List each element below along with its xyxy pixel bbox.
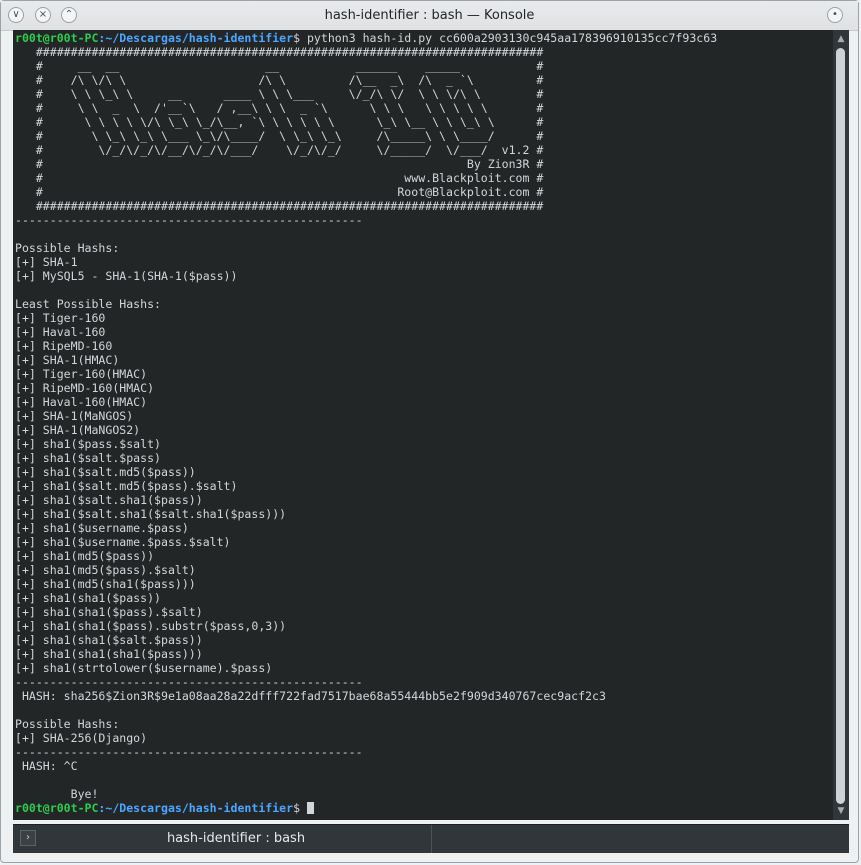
chevron-right-icon: › [26,832,30,843]
pin-icon: • [832,9,838,20]
output-line: Possible Hashs: [15,717,120,731]
output-line: [+] Tiger-160 [15,311,106,325]
scrollbar-thumb[interactable] [836,48,845,804]
output-line: [+] RipeMD-160 [15,339,113,353]
konsole-window: ∨ ⌃ × hash-identifier : bash — Konsole •… [0,0,859,863]
output-line: [+] sha1(md5($pass)) [15,549,155,563]
prompt-user: r00t@r00t-PC [15,801,99,815]
prompt-user: r00t@r00t-PC [15,31,99,45]
keep-above-button[interactable]: • [827,7,843,23]
output-line: HASH: sha256$Zion3R$9e1a08aa28a22dfff722… [21,689,606,703]
banner-line: # Root@Blackploit.com # [35,185,544,199]
prompt-symbol: $ [293,801,301,815]
output-line: Least Possible Hashs: [15,297,161,311]
output-line: [+] sha1(sha1($pass)) [15,591,161,605]
output-line: [+] SHA-1(MaNGOS2) [15,423,141,437]
output-line: [+] sha1(md5($pass).$salt) [15,563,196,577]
prompt-line: r00t@r00t-PC:~/Descargas/hash-identifier… [15,31,717,45]
prompt-path: :~/Descargas/hash-identifier [98,801,294,815]
output-line: [+] sha1(sha1($salt.$pass)) [15,633,203,647]
banner-line: # /\ \/\ \ /\ \ /\__ _\ /\ _ `\ # [35,73,544,87]
output-line: ----------------------------------------… [15,675,363,689]
vertical-scrollbar[interactable]: ▲ ▼ [833,30,849,820]
output-line: [+] sha1(strtolower($username).$pass) [15,661,273,675]
output-line: [+] SHA-1(MaNGOS) [15,409,134,423]
output-line: Bye! [15,787,99,801]
output-line: [+] SHA-1 [15,255,78,269]
output-line: [+] sha1(md5(sha1($pass))) [15,577,196,591]
output-line: [+] sha1($salt.md5($pass)) [15,465,196,479]
output-line: [+] Tiger-160(HMAC) [15,367,148,381]
banner-line: # __ __ __ ______ _____ # [35,59,544,73]
output-line: HASH: ^C [21,759,78,773]
output-line: [+] sha1($salt.sha1($pass)) [15,493,203,507]
banner-line: ########################################… [35,45,544,59]
output-line: Possible Hashs: [15,241,120,255]
scroll-up-icon[interactable]: ▲ [833,32,849,46]
output-line: ----------------------------------------… [15,745,363,759]
title-bar[interactable]: ∨ ⌃ × hash-identifier : bash — Konsole • [1,1,858,31]
output-line: [+] sha1(sha1($pass).substr($pass,0,3)) [15,619,287,633]
output-line: [+] RipeMD-160(HMAC) [15,381,155,395]
banner-line: # \/_/\/_/\/__/\/_/\/___/ \/_/\/_/ \/___… [35,143,544,157]
banner-line: # \ \ _ \ /'__`\ / ,__\ \ \ _ `\ \ \ \ \… [35,101,544,115]
output-line: [+] sha1($username.$pass) [15,521,189,535]
output-line: [+] sha1($pass.$salt) [15,437,161,451]
ascii-banner: ########################################… [15,45,544,213]
output-line: [+] Haval-160 [15,325,106,339]
prompt-symbol: $ [293,31,301,45]
output-line: [+] sha1(sha1(sha1($pass))) [15,647,203,661]
output-line: [+] sha1($salt.$pass) [15,451,161,465]
banner-line: # \ \ \_\ \ __ ____ \ \ \___ \/_/\ \/ \ … [35,87,544,101]
terminal-output: r00t@r00t-PC:~/Descargas/hash-identifier… [15,31,717,815]
tab-hash-identifier-bash[interactable]: hash-identifier : bash [41,825,432,853]
banner-line: # www.Blackploit.com # [35,171,544,185]
output-line: [+] MySQL5 - SHA-1(SHA-1($pass)) [15,269,238,283]
tab-bar: › hash-identifier : bash [13,824,849,853]
scroll-down-icon[interactable]: ▼ [833,804,849,818]
prompt-path: :~/Descargas/hash-identifier [98,31,294,45]
output-line: [+] sha1($salt.sha1($salt.sha1($pass))) [15,507,287,521]
output-line: [+] sha1(sha1($pass).$salt) [15,605,203,619]
text-cursor [306,802,314,814]
command-text: python3 hash-id.py cc600a2903130c945aa17… [300,31,718,45]
banner-line: # \ \ \ \ \/\ \_\ \_/\__, `\ \ \ \ \ \ \… [35,115,544,129]
tab-menu-button[interactable]: › [20,830,36,846]
output-line: [+] SHA-256(Django) [15,731,148,745]
banner-line: ########################################… [35,199,544,213]
banner-line: # By Zion3R # [35,157,544,171]
output-line: [+] sha1($username.$pass.$salt) [15,535,231,549]
output-line: [+] Haval-160(HMAC) [15,395,148,409]
output-line: [+] sha1($salt.md5($pass).$salt) [15,479,238,493]
output-line: [+] SHA-1(HMAC) [15,353,120,367]
banner-line: # \ \_\ \_\ \___ \_\/\____/ \ \_\ \_\ /\… [35,129,544,143]
output-line: ----------------------------------------… [15,213,363,227]
terminal-view[interactable]: r00t@r00t-PC:~/Descargas/hash-identifier… [13,30,849,820]
active-prompt-line[interactable]: r00t@r00t-PC:~/Descargas/hash-identifier… [15,801,314,815]
command-output: ----------------------------------------… [15,213,606,801]
window-title: hash-identifier : bash — Konsole [324,8,535,23]
